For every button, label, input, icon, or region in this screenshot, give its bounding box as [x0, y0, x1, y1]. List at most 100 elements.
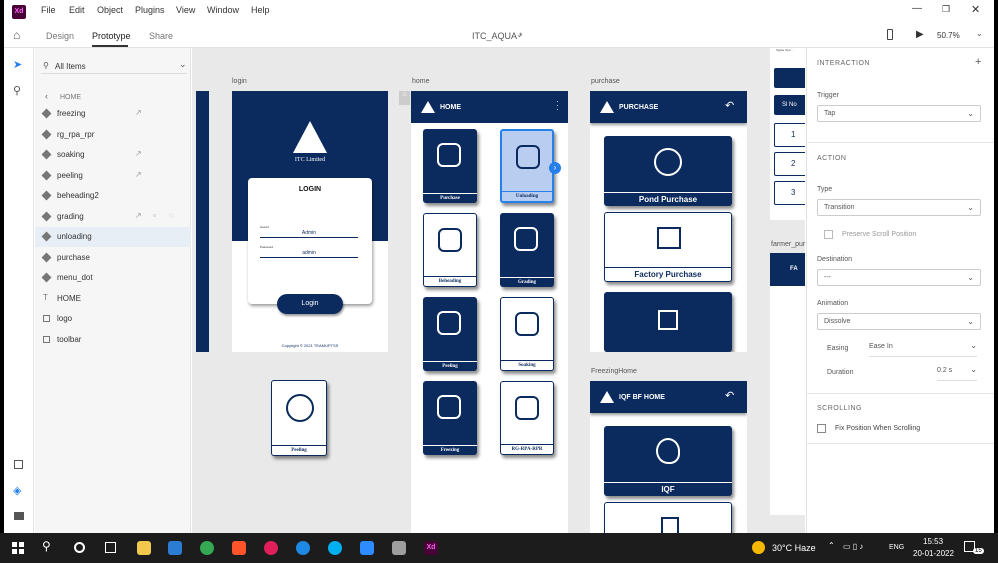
back-arrow-icon[interactable]: ↶	[725, 389, 734, 402]
tab-design[interactable]: Design	[46, 31, 74, 41]
artboard-label-login[interactable]: login	[232, 78, 247, 85]
factory-purchase-card[interactable]: Factory Purchase	[604, 212, 732, 282]
select-tool-icon[interactable]: ➤	[13, 58, 22, 71]
skype-icon[interactable]	[328, 541, 342, 555]
chrome-icon[interactable]	[200, 541, 214, 555]
home-icon-tag[interactable]: ⌂	[399, 91, 410, 105]
menu-dot-icon[interactable]: · · ·	[556, 98, 559, 114]
document-title[interactable]: ITC_AQUA *	[472, 31, 523, 41]
brave-icon[interactable]	[232, 541, 246, 555]
home-card-peeling[interactable]: Peeling	[423, 297, 477, 371]
password-field[interactable]: admin	[260, 250, 358, 258]
app-icon[interactable]	[296, 541, 310, 555]
duration-input[interactable]: 0.2 s ⌄	[937, 365, 977, 381]
purchase-card-3[interactable]	[604, 292, 732, 352]
windows-start-icon[interactable]	[12, 542, 24, 554]
login-button[interactable]: Login	[277, 294, 343, 314]
tools-icon[interactable]	[392, 541, 406, 555]
layers-filter[interactable]: ⚲ All Items ⌄	[41, 58, 187, 74]
animation-select[interactable]: Dissolve ⌄	[817, 313, 981, 330]
userid-field[interactable]: Admin	[260, 230, 358, 238]
type-select[interactable]: Transition ⌄	[817, 199, 981, 216]
home-icon[interactable]: ⌂	[13, 28, 20, 42]
edit-component-icon[interactable]: ↗	[135, 170, 142, 179]
destination-select[interactable]: --- ⌄	[817, 269, 981, 286]
home-card-soaking[interactable]: Soaking	[500, 297, 554, 371]
layers-icon[interactable]: ◈	[13, 484, 21, 497]
menu-file[interactable]: File	[41, 5, 56, 15]
mail-icon[interactable]	[168, 541, 182, 555]
tray-chevron-icon[interactable]: ⌃	[828, 541, 835, 550]
layer-item[interactable]: soaking ↗	[35, 145, 191, 165]
device-preview-icon[interactable]	[887, 29, 893, 40]
layer-item[interactable]: purchase	[35, 248, 191, 268]
tray-icons[interactable]: ▭ ▯ ♪	[843, 542, 863, 551]
clock-time[interactable]: 15:53	[923, 537, 943, 546]
artboard-farmer-list[interactable]: Vypse Xpo ... Sl No 1 2 3	[770, 48, 805, 220]
artboard-purchase[interactable]: PURCHASE ↶ Pond Purchase Factory Purchas…	[590, 91, 747, 352]
clock-date[interactable]: 20-01-2022	[913, 549, 954, 558]
layer-item[interactable]: grading ↗ ▫ ◌	[35, 207, 191, 227]
task-view-icon[interactable]	[105, 542, 116, 553]
zoom-app-icon[interactable]	[360, 541, 374, 555]
language-indicator[interactable]: ENG	[889, 544, 904, 551]
artboard-label-farmer[interactable]: farmer_purc	[771, 241, 805, 248]
home-card-unloading[interactable]: Unloading	[500, 129, 554, 203]
edit-component-icon[interactable]: ↗	[135, 108, 142, 117]
home-card-purchase[interactable]: Purchase	[423, 129, 477, 203]
design-canvas[interactable]: login ITC Limited LOGIN UserId Admin Pas…	[192, 48, 805, 533]
iqf-card[interactable]: IQF	[604, 426, 732, 496]
artboard-freezing-home[interactable]: IQF BF HOME ↶ IQF	[590, 381, 747, 533]
xd-taskbar-icon[interactable]: Xd	[424, 541, 438, 555]
layer-item[interactable]: rg_rpa_rpr	[35, 125, 191, 145]
artboard-home[interactable]: HOME · · · Purchase Unloading Beheading Gradi…	[411, 91, 568, 533]
artboard-label-home[interactable]: home	[412, 78, 430, 85]
layer-item[interactable]: T HOME	[35, 289, 191, 309]
cortana-icon[interactable]	[74, 542, 85, 553]
artboard-label-purchase[interactable]: purchase	[591, 78, 620, 85]
menu-window[interactable]: Window	[207, 5, 239, 15]
layer-item[interactable]: toolbar	[35, 330, 191, 350]
search-icon[interactable]: ⚲	[42, 539, 51, 553]
home-card-rg-rpa-rpr[interactable]: RG-RPA-RPR	[500, 381, 554, 455]
artboard-label-freezing[interactable]: FreezingHome	[591, 368, 637, 375]
edit-component-icon[interactable]: ↗	[135, 149, 142, 158]
zoom-chevron-icon[interactable]: ⌄	[976, 29, 983, 38]
layer-item[interactable]: logo	[35, 309, 191, 329]
home-card-grading[interactable]: Grading	[500, 213, 554, 287]
menu-help[interactable]: Help	[251, 5, 270, 15]
play-icon[interactable]: ▶	[916, 29, 924, 40]
fix-position-checkbox[interactable]	[817, 424, 826, 433]
home-card-beheading[interactable]: Beheading	[423, 213, 477, 287]
assets-icon[interactable]	[14, 460, 23, 469]
menu-plugins[interactable]: Plugins	[135, 5, 165, 15]
pond-purchase-card[interactable]: Pond Purchase	[604, 136, 732, 206]
chevron-down-icon[interactable]: ⌄	[516, 30, 523, 39]
tab-share[interactable]: Share	[149, 31, 173, 41]
trigger-select[interactable]: Tap ⌄	[817, 105, 981, 122]
layer-item[interactable]: peeling ↗	[35, 166, 191, 186]
layer-item[interactable]: beheading2	[35, 186, 191, 206]
close-icon[interactable]: ✕	[971, 3, 980, 16]
lock-icon[interactable]: ▫	[153, 211, 156, 220]
easing-select[interactable]: Ease In ⌄	[869, 341, 977, 357]
freezing-card-2[interactable]	[604, 502, 732, 533]
artboard-farmer-purchase[interactable]: FA	[770, 253, 805, 515]
weather-text[interactable]: 30°C Haze	[772, 543, 816, 553]
layer-item[interactable]: freezing ↗	[35, 104, 191, 124]
artboard-partial[interactable]	[196, 91, 209, 352]
hide-icon[interactable]: ◌	[169, 211, 174, 220]
back-arrow-icon[interactable]: ↶	[725, 99, 734, 112]
artboard-login[interactable]: ITC Limited LOGIN UserId Admin Password …	[232, 91, 388, 352]
add-interaction-icon[interactable]: +	[975, 56, 981, 68]
menu-view[interactable]: View	[176, 5, 195, 15]
back-icon[interactable]: ‹	[45, 91, 48, 101]
menu-edit[interactable]: Edit	[69, 5, 85, 15]
plugins-icon[interactable]	[14, 512, 24, 520]
zoom-level[interactable]: 50.7%	[937, 31, 960, 40]
home-card-freezing[interactable]: Freezing	[423, 381, 477, 455]
prototype-link-handle[interactable]: ›	[549, 162, 561, 174]
tab-prototype[interactable]: Prototype	[92, 31, 131, 41]
layer-item[interactable]: unloading	[35, 227, 191, 247]
menu-object[interactable]: Object	[97, 5, 123, 15]
